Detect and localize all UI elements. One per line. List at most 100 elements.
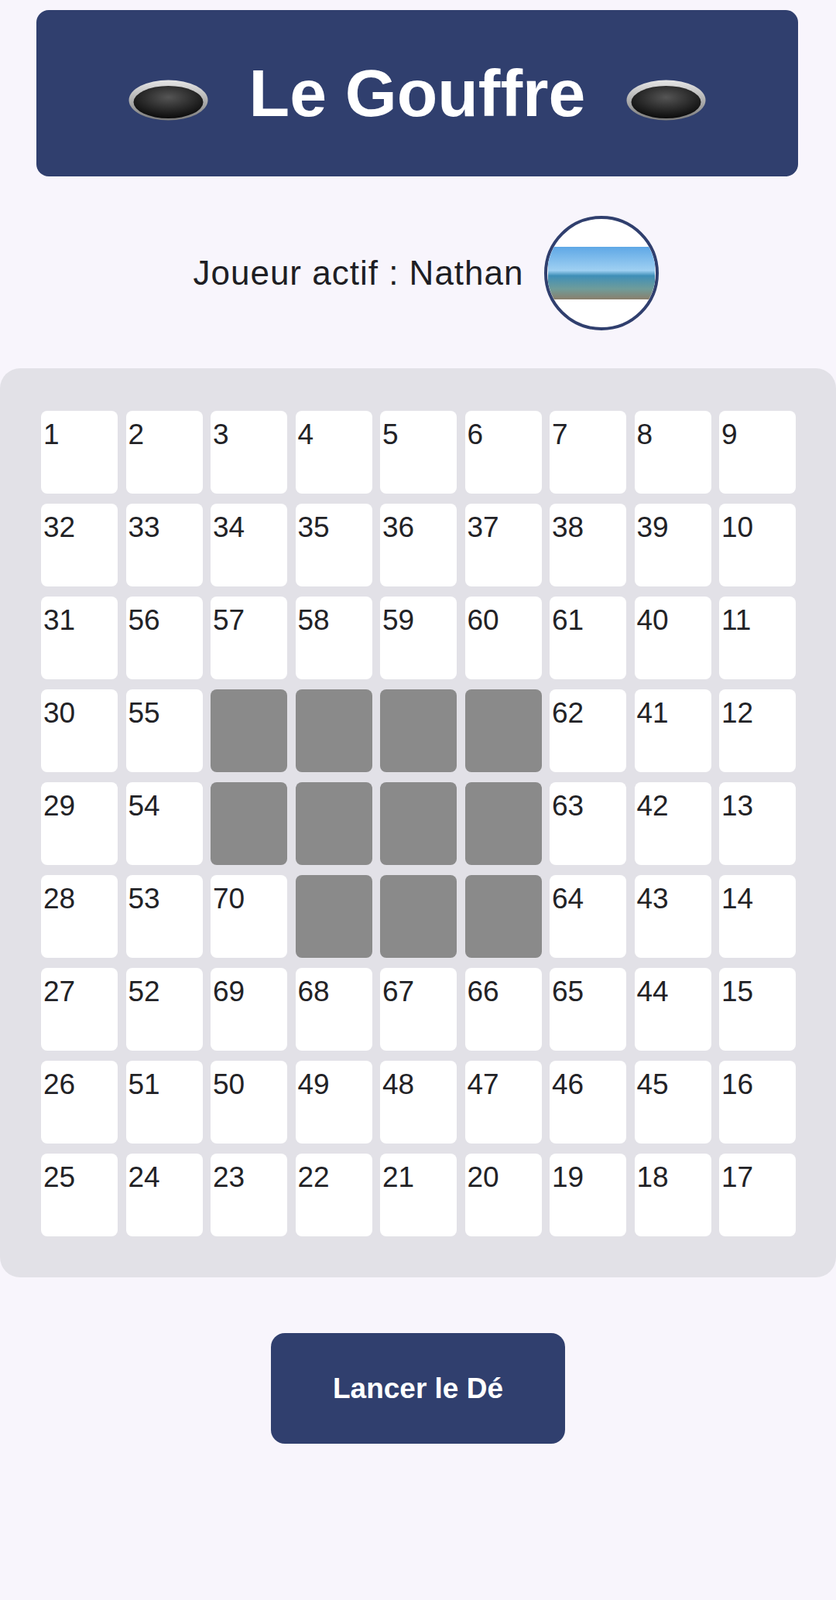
square-number: 11 [721, 604, 751, 637]
board-gap [380, 782, 457, 866]
board-square: 39 [634, 503, 712, 587]
square-number: 66 [467, 976, 500, 1008]
square-number: 10 [721, 511, 754, 544]
board-gap [380, 875, 457, 959]
board-square: 29 [41, 782, 118, 866]
actions: Lancer le Dé [0, 1333, 836, 1445]
board-square: 46 [549, 1061, 627, 1145]
board-square: 25 [41, 1154, 118, 1237]
square-number: 70 [212, 883, 245, 915]
square-number: 27 [43, 976, 76, 1008]
square-number: 23 [212, 1161, 245, 1194]
square-number: 37 [467, 511, 500, 544]
board-gap [295, 782, 373, 866]
square-number: 29 [43, 790, 76, 823]
square-number: 54 [128, 790, 161, 823]
board-square: 43 [634, 875, 712, 959]
board-square: 32 [41, 503, 118, 587]
square-number: 4 [298, 418, 315, 451]
board-square: 63 [549, 782, 627, 866]
board-square: 49 [295, 1061, 373, 1145]
board-square: 52 [126, 968, 203, 1052]
board-gap [465, 782, 542, 866]
board-square: 9 [719, 411, 796, 494]
square-number: 20 [467, 1161, 500, 1194]
board-square: 21 [380, 1154, 457, 1237]
board-square: 48 [380, 1061, 457, 1145]
square-number: 9 [721, 418, 738, 451]
board-square: 45 [634, 1061, 712, 1145]
square-number: 58 [298, 604, 330, 637]
board-square: 38 [549, 503, 627, 587]
board-square: 61 [549, 596, 627, 680]
square-number: 41 [637, 697, 669, 730]
square-number: 51 [128, 1068, 161, 1101]
square-number: 7 [551, 418, 569, 451]
roll-dice-button[interactable]: Lancer le Dé [270, 1333, 566, 1445]
board-square: 56 [126, 596, 203, 680]
board-square: 19 [549, 1154, 627, 1237]
board-square: 30 [41, 689, 118, 773]
square-number: 26 [43, 1068, 76, 1101]
square-number: 31 [43, 604, 76, 637]
square-number: 25 [43, 1161, 76, 1194]
player-avatar [544, 215, 659, 331]
board-square: 7 [549, 411, 627, 494]
square-number: 43 [637, 883, 669, 915]
board-square: 68 [295, 968, 373, 1052]
board-square: 14 [719, 875, 796, 959]
square-number: 18 [637, 1161, 669, 1194]
square-number: 60 [467, 604, 500, 637]
board-square: 47 [465, 1061, 542, 1145]
square-number: 33 [128, 511, 161, 544]
square-number: 62 [551, 697, 584, 730]
square-number: 13 [721, 790, 754, 823]
square-number: 56 [128, 604, 161, 637]
board-square: 67 [380, 968, 457, 1052]
board-square: 12 [719, 689, 796, 773]
square-number: 59 [382, 604, 415, 637]
game-board: 1234567893233343536373839103156575859606… [0, 368, 836, 1278]
square-number: 46 [551, 1068, 584, 1101]
avatar-photo [548, 246, 655, 300]
square-number: 1 [43, 418, 60, 451]
board-gap [295, 875, 373, 959]
right-hole-icon [625, 78, 707, 122]
square-number: 69 [212, 976, 245, 1008]
square-number: 35 [298, 511, 330, 544]
board-square: 40 [634, 596, 712, 680]
board-square: 66 [465, 968, 542, 1052]
square-number: 40 [637, 604, 669, 637]
square-number: 6 [467, 418, 484, 451]
left-hole-icon [127, 78, 209, 122]
board-square: 10 [719, 503, 796, 587]
board-square: 4 [295, 411, 373, 494]
square-number: 44 [637, 976, 669, 1008]
square-number: 22 [298, 1161, 330, 1194]
board-square: 26 [41, 1061, 118, 1145]
square-number: 49 [298, 1068, 330, 1101]
square-number: 19 [551, 1161, 584, 1194]
square-number: 30 [43, 697, 76, 730]
board-gap [210, 782, 288, 866]
board-square: 62 [549, 689, 627, 773]
square-number: 32 [43, 511, 76, 544]
board-square: 51 [126, 1061, 203, 1145]
board-square: 33 [126, 503, 203, 587]
square-number: 8 [637, 418, 654, 451]
square-number: 67 [382, 976, 415, 1008]
square-number: 64 [551, 883, 584, 915]
board-square: 35 [295, 503, 373, 587]
board-square: 20 [465, 1154, 542, 1237]
square-number: 14 [721, 883, 754, 915]
board-square: 65 [549, 968, 627, 1052]
board-square: 15 [719, 968, 796, 1052]
square-number: 57 [212, 604, 245, 637]
board-square: 3 [210, 411, 288, 494]
square-number: 47 [467, 1068, 500, 1101]
square-number: 16 [721, 1068, 754, 1101]
square-number: 48 [382, 1068, 415, 1101]
board-square: 57 [210, 596, 288, 680]
board-square: 2 [126, 411, 203, 494]
game-title: Le Gouffre [249, 56, 586, 131]
